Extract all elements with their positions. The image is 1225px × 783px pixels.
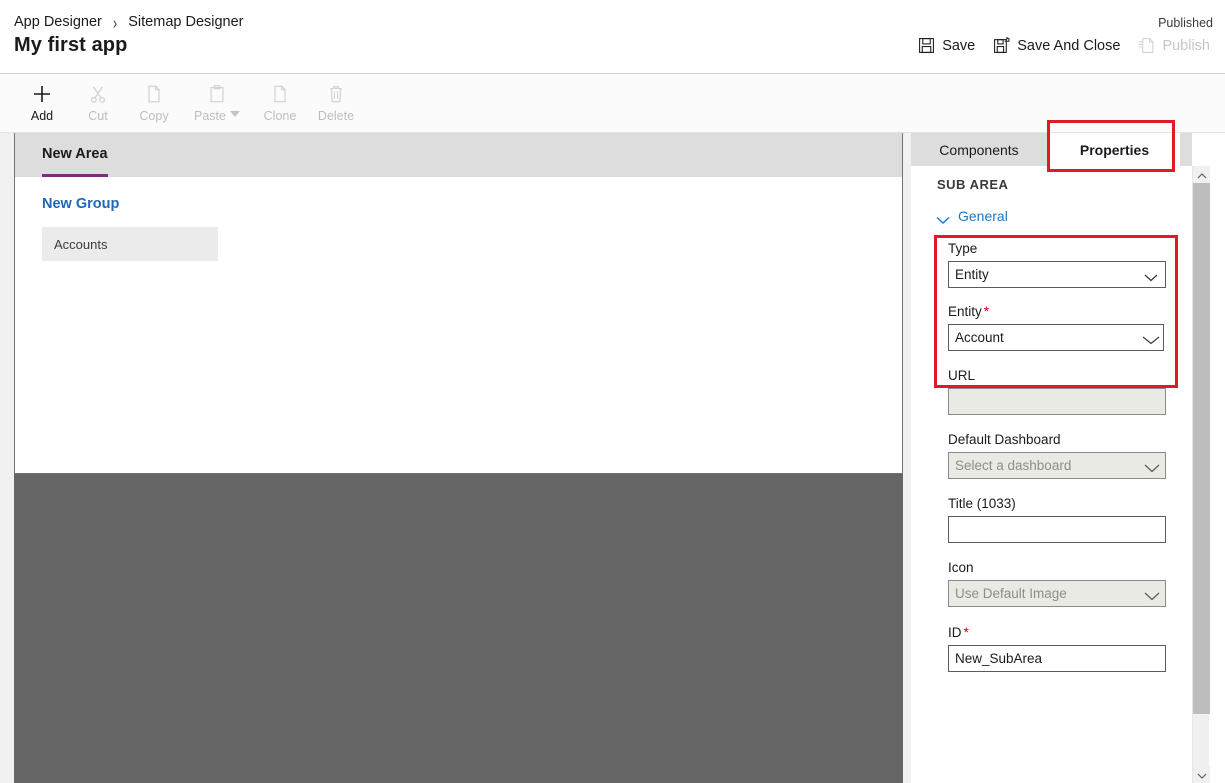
publish-icon — [1138, 37, 1155, 54]
field-title-label: Title (1033) — [948, 496, 1016, 511]
toolbar-add-button[interactable]: Add — [14, 75, 70, 129]
sitemap-card: New Area New Group Accounts — [14, 133, 903, 474]
breadcrumb-item-sitemap-designer[interactable]: Sitemap Designer — [128, 14, 243, 30]
field-id: ID * New_SubArea — [948, 624, 1166, 672]
toolbar-clone-label: Clone — [263, 109, 297, 123]
tab-properties-label: Properties — [1079, 141, 1150, 158]
field-title: Title (1033) — [948, 496, 1166, 543]
plus-icon — [31, 82, 53, 106]
chevron-down-icon — [1144, 270, 1158, 281]
chevron-down-icon — [936, 212, 950, 224]
required-asterisk: * — [963, 624, 969, 640]
field-type: Type Entity — [948, 241, 1166, 288]
properties-panel: Components Properties SUB AREA General T… — [911, 133, 1225, 783]
panel-scrollbar[interactable] — [1192, 166, 1210, 783]
area-tabbar: New Area — [15, 133, 902, 177]
type-dropdown[interactable]: Entity — [948, 261, 1166, 288]
group-block: New Group Accounts — [15, 177, 902, 261]
canvas-empty-region — [14, 474, 903, 783]
save-icon — [918, 37, 935, 54]
area-tab-selected-indicator — [42, 174, 108, 177]
toolbar-delete-button[interactable]: Delete — [308, 75, 364, 129]
publish-button-label: Publish — [1162, 37, 1210, 54]
scrollbar-thumb[interactable] — [1193, 183, 1210, 714]
icon-dropdown-placeholder: Use Default Image — [955, 585, 1067, 601]
panel-section-heading: SUB AREA — [937, 177, 1009, 192]
icon-dropdown[interactable]: Use Default Image — [948, 580, 1166, 607]
tab-properties[interactable]: Properties — [1049, 133, 1180, 166]
trash-icon — [326, 82, 346, 106]
tab-components-label: Components — [939, 141, 1019, 158]
toolbar-copy-label: Copy — [139, 109, 169, 123]
save-button[interactable]: Save — [909, 33, 984, 58]
scroll-down-button[interactable] — [1193, 766, 1210, 783]
field-url-label: URL — [948, 368, 976, 383]
tab-components[interactable]: Components — [911, 133, 1047, 166]
field-icon: Icon Use Default Image — [948, 560, 1166, 607]
breadcrumb-item-app-designer[interactable]: App Designer — [14, 14, 102, 30]
chevron-down-icon — [1144, 589, 1160, 600]
clipboard-icon — [207, 82, 227, 106]
field-id-label: ID * — [948, 624, 969, 640]
toolbar-cut-button[interactable]: Cut — [70, 75, 126, 129]
scroll-up-button[interactable] — [1193, 166, 1210, 183]
copy-icon — [144, 82, 164, 106]
field-entity: Entity * Account — [948, 303, 1164, 351]
sitemap-canvas: New Area New Group Accounts — [0, 133, 911, 783]
entity-dropdown-value: Account — [955, 329, 1004, 345]
default-dashboard-placeholder: Select a dashboard — [955, 457, 1072, 473]
chevron-down-icon[interactable] — [229, 111, 240, 118]
chevron-up-icon — [1197, 166, 1207, 184]
toolbar-paste-button[interactable]: Paste — [182, 75, 252, 129]
breadcrumb: App Designer › Sitemap Designer — [14, 12, 244, 33]
toolbar-paste-label: Paste — [194, 109, 226, 123]
breadcrumb-separator-icon: › — [112, 12, 118, 33]
subarea-item-accounts[interactable]: Accounts — [42, 227, 218, 261]
field-url: URL — [948, 368, 1166, 415]
toolbar-cut-label: Cut — [88, 109, 108, 123]
app-header: App Designer › Sitemap Designer My first… — [0, 0, 1225, 74]
chevron-down-icon — [1142, 333, 1160, 344]
toolbar-delete-label: Delete — [317, 109, 355, 123]
save-and-close-button[interactable]: Save And Close — [984, 33, 1129, 58]
chevron-down-icon — [1144, 461, 1160, 472]
type-dropdown-value: Entity — [955, 266, 989, 282]
clone-icon — [270, 82, 290, 106]
title-input[interactable] — [948, 516, 1166, 543]
field-icon-label: Icon — [948, 560, 974, 575]
toolbar-copy-button[interactable]: Copy — [126, 75, 182, 129]
published-status: Published — [1158, 16, 1213, 30]
save-and-close-icon — [993, 37, 1010, 54]
publish-button[interactable]: Publish — [1129, 33, 1219, 58]
field-type-label: Type — [948, 241, 978, 256]
toolbar-clone-button[interactable]: Clone — [252, 75, 308, 129]
field-default-dashboard-label: Default Dashboard — [948, 432, 1061, 447]
panel-body: SUB AREA General Type Entity Entity * Ac… — [911, 166, 1192, 783]
id-input-value: New_SubArea — [955, 650, 1043, 666]
toolbar-add-label: Add — [30, 109, 54, 123]
save-button-label: Save — [942, 37, 976, 54]
scissors-icon — [88, 82, 108, 106]
entity-dropdown[interactable]: Account — [948, 324, 1164, 351]
general-section-label: General — [958, 208, 1008, 224]
id-input[interactable]: New_SubArea — [948, 645, 1166, 672]
default-dashboard-dropdown[interactable]: Select a dashboard — [948, 452, 1166, 479]
general-section-toggle[interactable]: General — [936, 208, 1026, 224]
group-title-new-group[interactable]: New Group — [42, 196, 119, 212]
field-entity-label: Entity * — [948, 303, 990, 319]
area-tab-new-area[interactable]: New Area — [42, 133, 108, 177]
url-input[interactable] — [948, 388, 1166, 415]
area-tab-label: New Area — [42, 146, 108, 162]
chevron-down-icon — [1197, 766, 1207, 783]
required-asterisk: * — [983, 303, 990, 319]
save-and-close-button-label: Save And Close — [1017, 37, 1121, 54]
command-toolbar: Add Cut Copy Paste Clone Delete — [0, 75, 1225, 133]
header-actions: Save Save And Close Publish — [909, 33, 1219, 58]
field-default-dashboard: Default Dashboard Select a dashboard — [948, 432, 1166, 479]
page-title: My first app — [14, 34, 128, 56]
